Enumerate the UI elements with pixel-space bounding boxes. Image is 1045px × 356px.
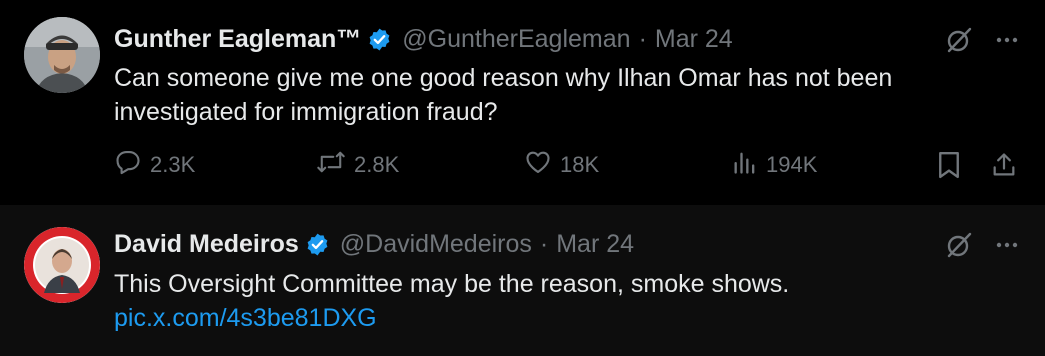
tweet-body: This Oversight Committee may be the reas… <box>114 270 790 298</box>
avatar[interactable] <box>24 17 100 93</box>
header-separator: · <box>638 25 647 53</box>
more-icon[interactable] <box>995 28 1019 52</box>
tweet-date[interactable]: Mar 24 <box>655 24 733 54</box>
author-name[interactable]: Gunther Eagleman™ <box>114 24 361 54</box>
tweet-top-actions <box>945 231 1019 259</box>
reply-button[interactable]: 2.3K <box>114 148 195 182</box>
verified-badge-icon <box>305 232 330 257</box>
tweet-action-bar: 2.3K 2.8K 18K 194K <box>114 148 1024 188</box>
views-button[interactable]: 194K <box>732 148 817 182</box>
repost-button[interactable]: 2.8K <box>316 148 399 182</box>
repost-count: 2.8K <box>354 152 400 177</box>
verified-badge-icon <box>367 27 392 52</box>
grok-icon[interactable] <box>945 231 973 259</box>
like-count: 18K <box>560 152 600 177</box>
avatar-logo <box>24 227 100 303</box>
share-icon[interactable] <box>990 150 1018 180</box>
bookmark-icon[interactable] <box>936 150 962 180</box>
views-count: 194K <box>766 152 818 177</box>
tweet-david[interactable]: David Medeiros @DavidMedeiros · Mar 24 T… <box>0 205 1045 356</box>
tweet-date[interactable]: Mar 24 <box>556 229 634 259</box>
author-handle[interactable]: @GuntherEagleman <box>402 24 630 54</box>
more-icon[interactable] <box>995 233 1019 257</box>
avatar-photo <box>24 17 100 93</box>
repost-icon <box>316 148 346 182</box>
like-button[interactable]: 18K <box>524 148 599 182</box>
author-handle[interactable]: @DavidMedeiros <box>340 229 532 259</box>
grok-icon[interactable] <box>945 26 973 54</box>
tweet-gunther[interactable]: Gunther Eagleman™ @GuntherEagleman · Mar… <box>0 0 1045 205</box>
reply-count: 2.3K <box>150 152 196 177</box>
media-link[interactable]: pic.x.com/4s3be81DXG <box>114 301 994 335</box>
tweet-text: Can someone give me one good reason why … <box>114 64 893 126</box>
tweet-text: This Oversight Committee may be the reas… <box>114 267 994 335</box>
avatar[interactable] <box>24 227 100 303</box>
views-icon <box>732 148 758 182</box>
header-separator: · <box>539 230 549 258</box>
tweet-header: David Medeiros @DavidMedeiros · Mar 24 <box>114 229 634 259</box>
author-name[interactable]: David Medeiros <box>114 229 299 259</box>
tweet-top-actions <box>945 26 1019 54</box>
tweet-header: Gunther Eagleman™ @GuntherEagleman · Mar… <box>114 24 733 54</box>
like-icon <box>524 148 552 182</box>
reply-icon <box>114 148 142 182</box>
